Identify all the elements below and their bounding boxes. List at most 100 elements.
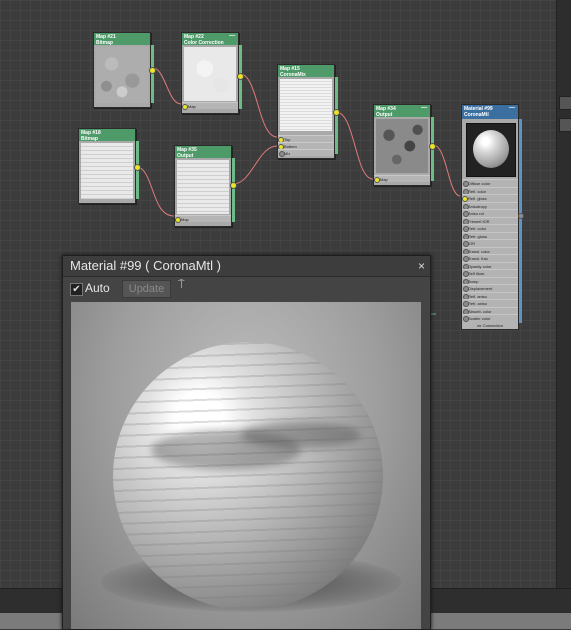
bitmap-thumbnail <box>81 143 133 199</box>
node-material99-header[interactable]: Material #99 CoronaMtl — <box>462 105 518 119</box>
slot-map: Map <box>175 215 231 223</box>
material-sphere-thumbnail <box>466 123 516 177</box>
slot-aniso-rot: Aniso rot <box>462 209 518 217</box>
node-map18[interactable]: Map #18 Bitmap <box>78 128 141 204</box>
slot-label: Refl. color <box>468 188 487 194</box>
node-subtitle: Output <box>177 153 194 159</box>
slot-label: Map <box>181 217 189 222</box>
node-subtitle: Bitmap <box>96 40 113 46</box>
coronamix-thumbnail <box>280 79 332 131</box>
slot-fresnel-ior: Fresnel IOR <box>462 216 518 225</box>
slot-refl-gloss: Refl. gloss <box>462 194 518 202</box>
node-subtitle: Color Correction <box>184 40 224 46</box>
slot-bump: Bump <box>462 276 518 285</box>
output-socket[interactable] <box>429 143 436 150</box>
slot-label: Self illum. <box>468 271 486 276</box>
node-output-edge <box>519 119 522 323</box>
slot-transl-color: Transl. color <box>462 246 518 255</box>
input-socket[interactable] <box>175 217 181 223</box>
right-panel-strip <box>556 0 571 588</box>
sphere-preview <box>473 130 509 168</box>
slot-label: Map <box>380 177 388 182</box>
node-map18-header[interactable]: Map #18 Bitmap <box>79 129 135 142</box>
slot-map: Map <box>182 102 238 110</box>
slot-diffuse-color: Diffuse color <box>462 179 518 187</box>
pin-icon[interactable]: ⍑ <box>178 279 185 292</box>
node-subtitle: CoronaMix <box>280 72 306 78</box>
output-thumbnail <box>376 119 428 173</box>
slot-label: Opacity color <box>468 263 492 269</box>
slot-label: Bump <box>468 278 479 284</box>
material-preview-window[interactable]: Material #99 ( CoronaMtl ) × ✔ Auto Upda… <box>62 255 431 630</box>
slot-refl-aniso: Refl. aniso <box>462 291 518 300</box>
node-map22-header[interactable]: Map #22 Color Correction — <box>182 33 238 46</box>
preview-toolbar: ✔ Auto Update ⍑ <box>63 277 430 301</box>
material-slots: Diffuse color Refl. color Refl. gloss An… <box>462 179 518 322</box>
node-map22[interactable]: Map #22 Color Correction — Map <box>181 32 244 114</box>
slot-label: IOR <box>468 241 476 246</box>
node-map15[interactable]: Map #15 CoronaMix Top Bottom Mix <box>277 64 340 159</box>
slot-ior: IOR <box>462 239 518 247</box>
slot-mix: Mix <box>278 149 334 157</box>
slot-label: Scatter color <box>468 316 491 321</box>
output-socket[interactable] <box>134 164 141 171</box>
close-icon[interactable]: × <box>418 256 425 276</box>
output-socket[interactable] <box>237 73 244 80</box>
slot-label: Refr. aniso <box>468 301 488 306</box>
slot-label: Refl. gloss <box>468 196 487 201</box>
minimize-icon[interactable]: — <box>509 105 515 111</box>
output-socket[interactable] <box>149 67 156 74</box>
slot-label: Refl. aniso <box>468 293 487 299</box>
mr-connection: mr Connection <box>462 322 518 329</box>
slot-label: Transl. frac <box>468 256 488 261</box>
panel-tab[interactable] <box>559 118 571 132</box>
node-subtitle: Output <box>376 112 393 118</box>
input-socket[interactable] <box>279 151 285 157</box>
update-button[interactable]: Update <box>122 280 171 298</box>
node-map21-header[interactable]: Map #21 Bitmap <box>94 33 150 46</box>
slot-label: Map <box>188 104 196 109</box>
input-socket[interactable] <box>374 177 380 183</box>
color-correction-thumbnail <box>184 47 236 101</box>
auto-checkbox[interactable]: ✔ <box>70 283 83 296</box>
input-socket[interactable] <box>182 104 188 110</box>
slot-label: Diffuse color <box>468 181 491 186</box>
window-titlebar[interactable]: Material #99 ( CoronaMtl ) × <box>63 256 430 277</box>
panel-tab[interactable] <box>559 96 571 110</box>
slot-refr-gloss: Refr. gloss <box>462 231 518 240</box>
slot-anisotropy: Anisotropy <box>462 201 518 210</box>
slot-opacity-color: Opacity color <box>462 261 518 270</box>
node-map35-header[interactable]: Map #35 Output <box>175 146 231 159</box>
window-title: Material #99 ( CoronaMtl ) <box>70 258 221 273</box>
output-socket[interactable] <box>333 109 340 116</box>
node-subtitle: CoronaMtl <box>464 112 489 118</box>
slot-refr-aniso: Refr. aniso <box>462 299 518 307</box>
output-socket[interactable] <box>518 213 524 219</box>
slot-label: Aniso rot <box>468 211 484 216</box>
node-map35[interactable]: Map #35 Output Map <box>174 145 237 227</box>
slot-self-illum: Self illum. <box>462 269 518 277</box>
node-map15-header[interactable]: Map #15 CoronaMix <box>278 65 334 78</box>
bitmap-thumbnail <box>96 47 148 103</box>
slot-label: Transl. color <box>468 248 490 254</box>
node-output-edge <box>151 45 154 103</box>
slot-refl-color: Refl. color <box>462 186 518 195</box>
slot-label: Absorb. color <box>468 308 492 314</box>
slot-refr-color: Refr. color <box>462 224 518 232</box>
output-socket[interactable] <box>230 182 237 189</box>
node-map34-header[interactable]: Map #34 Output — <box>374 105 430 118</box>
node-material99[interactable]: Material #99 CoronaMtl — Diffuse color Ref… <box>461 104 524 330</box>
minimize-icon[interactable]: — <box>229 33 235 39</box>
node-map34[interactable]: Map #34 Output — Map <box>373 104 436 186</box>
slot-displacement: Displacement <box>462 284 518 292</box>
node-output-edge <box>232 158 235 222</box>
node-subtitle: Bitmap <box>81 136 98 142</box>
slot-label: Refr. color <box>468 226 487 231</box>
slot-label: Anisotropy <box>468 203 487 209</box>
slot-scatter-color: Scatter color <box>462 314 518 322</box>
minimize-icon[interactable]: — <box>421 105 427 111</box>
slot-transl-frac: Transl. frac <box>462 254 518 262</box>
auto-label: Auto <box>85 281 110 295</box>
node-map21[interactable]: Map #21 Bitmap <box>93 32 156 108</box>
rendered-sphere <box>113 342 383 610</box>
